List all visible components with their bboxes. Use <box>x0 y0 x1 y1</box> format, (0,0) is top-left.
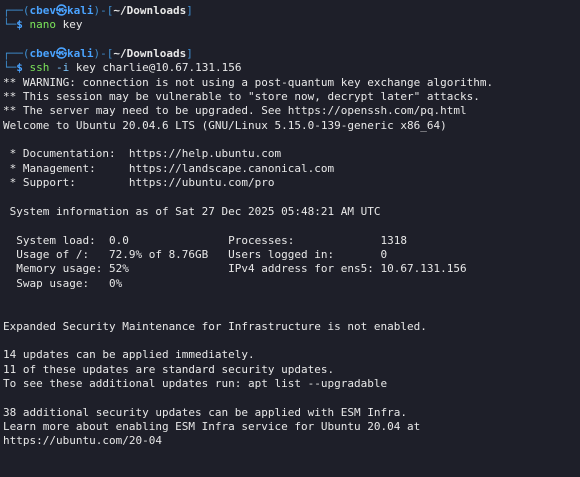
prompt-header-line: ┌──(cbev㉿kali)-[~/Downloads] <box>3 47 580 61</box>
prompt-bracket-close: ] <box>186 4 193 17</box>
output-welcome-line: Welcome to Ubuntu 20.04.6 LTS (GNU/Linux… <box>3 118 447 132</box>
output-updates-line: 11 of these updates are standard securit… <box>3 362 335 376</box>
output-updates-line: 14 updates can be applied immediately. <box>3 348 255 362</box>
output-sysinfo-line: Swap usage: 0% <box>3 276 123 290</box>
output-sysinfo-line: System load: 0.0 Processes: 1318 <box>3 233 407 247</box>
output-link-line: * Management: https://landscape.canonica… <box>3 161 335 175</box>
command-program: nano <box>29 18 57 32</box>
terminal-window[interactable]: ┌──(cbev㉿kali)-[~/Downloads] └─$ nano ke… <box>0 0 580 477</box>
output-updates-line: To see these additional updates run: apt… <box>3 376 388 390</box>
prompt-user-host: cbev㉿kali <box>29 4 94 17</box>
output-esm-line: Expanded Security Maintenance for Infras… <box>3 319 427 333</box>
prompt-path: ~/Downloads <box>113 4 187 17</box>
prompt-header-line: ┌──(cbev㉿kali)-[~/Downloads] <box>3 4 580 18</box>
output-warning-line: ** This session may be vulnerable to "st… <box>3 90 480 104</box>
output-esm-updates-line: 38 additional security updates can be ap… <box>3 405 407 419</box>
command-program: ssh <box>29 61 50 75</box>
prompt-user-host: cbev㉿kali <box>29 47 94 61</box>
output-esm-updates-line: Learn more about enabling ESM Infra serv… <box>3 419 421 433</box>
output-sysinfo-title: System information as of Sat 27 Dec 2025… <box>3 204 381 218</box>
prompt-separator: )-[ <box>93 4 114 17</box>
command-line: └─$ ssh -i key charlie@10.67.131.156 <box>3 61 580 75</box>
prompt-corner-bottom: └─ <box>3 61 17 75</box>
prompt-bracket-close: ] <box>186 47 193 61</box>
prompt-dollar: $ <box>16 18 23 32</box>
output-sysinfo-line: Usage of /: 72.9% of 8.76GB Users logged… <box>3 247 388 261</box>
command-args: key charlie@10.67.131.156 <box>75 61 242 75</box>
output-esm-updates-line: https://ubuntu.com/20-04 <box>3 434 162 448</box>
prompt-corner-bottom: └─ <box>3 18 17 32</box>
output-sysinfo-line: Memory usage: 52% IPv4 address for ens5:… <box>3 262 467 276</box>
command-args: key <box>62 18 83 32</box>
prompt-dollar: $ <box>16 61 23 75</box>
output-link-line: * Support: https://ubuntu.com/pro <box>3 176 275 190</box>
command-line: └─$ nano key <box>3 18 580 32</box>
prompt-corner-top: ┌──( <box>3 47 30 61</box>
output-link-line: * Documentation: https://help.ubuntu.com <box>3 147 282 161</box>
output-warning-line: ** WARNING: connection is not using a po… <box>3 75 494 89</box>
prompt-corner-top: ┌──( <box>3 4 30 17</box>
output-warning-line: ** The server may need to be upgraded. S… <box>3 104 467 118</box>
prompt-separator: )-[ <box>93 47 114 61</box>
prompt-path: ~/Downloads <box>113 47 187 61</box>
command-flag: -i <box>56 61 70 75</box>
